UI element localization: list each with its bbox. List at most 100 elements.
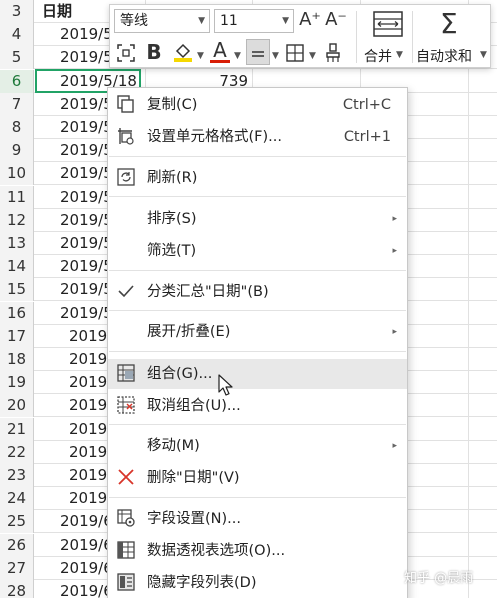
format-painter-button[interactable]	[322, 41, 344, 65]
row-header[interactable]: 17	[0, 324, 34, 348]
menu-item-sort[interactable]: 排序(S) ▸	[108, 204, 407, 234]
merge-cells-icon	[373, 11, 403, 37]
font-color-button[interactable]: A	[208, 39, 232, 65]
menu-separator	[109, 270, 406, 271]
menu-item-shortcut: Ctrl+C	[342, 97, 391, 113]
menu-item-move[interactable]: 移动(M) ▸	[108, 431, 407, 461]
row-header[interactable]: 11	[0, 185, 34, 209]
menu-item-label: 复制(C)	[147, 97, 198, 113]
row-header[interactable]: 8	[0, 116, 34, 139]
autosum-button[interactable]: Σ 自动求和 ▼	[416, 7, 490, 65]
row-header[interactable]: 5	[0, 46, 34, 70]
grow-font-icon: A⁺	[299, 9, 321, 30]
menu-separator	[109, 497, 406, 498]
menu-item-label: 刷新(R)	[147, 170, 198, 186]
menu-separator	[109, 156, 406, 157]
menu-item-copy[interactable]: 复制(C) Ctrl+C	[108, 90, 407, 120]
shrink-font-button[interactable]: A⁻	[324, 9, 348, 31]
submenu-arrow-icon: ▸	[392, 246, 397, 256]
bold-button[interactable]: B	[143, 41, 165, 63]
menu-item-delete[interactable]: 删除"日期"(V)	[108, 463, 407, 493]
select-data-button[interactable]	[115, 41, 137, 65]
row-header[interactable]: 4	[0, 23, 34, 47]
field-list-icon	[116, 573, 136, 593]
row-header[interactable]: 7	[0, 92, 34, 116]
copy-icon	[116, 95, 136, 115]
row-header[interactable]: 25	[0, 510, 34, 534]
select-area-icon	[117, 44, 135, 62]
row-header[interactable]: 16	[0, 301, 34, 325]
menu-item-subtotal[interactable]: 分类汇总"日期"(B)	[108, 277, 407, 307]
refresh-icon	[116, 168, 136, 188]
chevron-down-icon[interactable]: ▼	[234, 51, 241, 61]
chevron-down-icon: ▼	[480, 50, 487, 60]
sigma-icon: Σ	[440, 7, 458, 40]
context-menu: 复制(C) Ctrl+C 设置单元格格式(F)... Ctrl+1 刷新(R) …	[107, 87, 408, 598]
row-header[interactable]: 26	[0, 533, 34, 557]
mini-toolbar: 等线 ▼ 11 ▼ A⁺ A⁻ B ▼ A ▼ ▼ ▼ 合并 ▼ Σ 自动求和 …	[109, 4, 491, 68]
menu-item-hide-field-list[interactable]: 隐藏字段列表(D)	[108, 568, 407, 598]
row-header[interactable]: 14	[0, 255, 34, 279]
menu-separator	[109, 424, 406, 425]
menu-item-field-settings[interactable]: 字段设置(N)...	[108, 504, 407, 534]
menu-item-label: 隐藏字段列表(D)	[147, 575, 257, 591]
fill-color-button[interactable]	[170, 41, 196, 65]
merge-label: 合并	[364, 49, 392, 65]
borders-icon	[286, 44, 304, 62]
pivot-options-icon	[116, 541, 136, 561]
autosum-label: 自动求和	[416, 49, 472, 65]
menu-separator	[109, 351, 406, 352]
chevron-down-icon[interactable]: ▼	[197, 51, 204, 61]
row-header[interactable]: 23	[0, 464, 34, 487]
borders-button[interactable]	[284, 41, 306, 65]
row-header[interactable]: 19	[0, 371, 34, 395]
chevron-down-icon: ▼	[282, 16, 289, 26]
font-name-select[interactable]: 等线 ▼	[114, 9, 210, 33]
bold-icon: B	[146, 40, 162, 64]
row-header[interactable]: 12	[0, 208, 34, 232]
chevron-down-icon[interactable]: ▼	[272, 51, 279, 61]
chevron-down-icon[interactable]: ▼	[309, 51, 316, 61]
font-color-swatch	[210, 60, 230, 63]
format-cells-icon	[116, 127, 136, 147]
align-button[interactable]	[246, 39, 270, 65]
field-settings-icon	[116, 509, 136, 529]
row-header[interactable]: 6	[0, 69, 34, 93]
row-header[interactable]: 10	[0, 162, 34, 186]
toolbar-separator	[412, 11, 413, 63]
row-header[interactable]: 9	[0, 139, 34, 163]
row-header[interactable]: 21	[0, 417, 34, 441]
menu-item-label: 分类汇总"日期"(B)	[147, 284, 269, 300]
row-header[interactable]: 15	[0, 278, 34, 302]
row-header[interactable]: 27	[0, 556, 34, 580]
menu-item-format-cells[interactable]: 设置单元格格式(F)... Ctrl+1	[108, 122, 407, 152]
menu-item-shortcut: Ctrl+1	[343, 129, 391, 145]
row-header[interactable]: 22	[0, 440, 34, 464]
format-painter-icon	[326, 43, 340, 62]
font-size-select[interactable]: 11 ▼	[214, 9, 294, 33]
shrink-font-icon: A⁻	[325, 9, 347, 30]
menu-item-label: 筛选(T)	[147, 243, 197, 259]
menu-item-group[interactable]: 组合(G)...	[108, 359, 407, 389]
merge-button[interactable]: 合并 ▼	[364, 9, 412, 65]
grow-font-button[interactable]: A⁺	[298, 9, 322, 31]
watermark: 知乎 @晨雨	[404, 571, 474, 586]
row-header[interactable]: 28	[0, 580, 34, 598]
menu-item-pivot-options[interactable]: 数据透视表选项(O)...	[108, 536, 407, 566]
row-header[interactable]: 13	[0, 232, 34, 255]
menu-item-label: 移动(M)	[147, 438, 200, 454]
row-header[interactable]: 24	[0, 487, 34, 511]
row-header[interactable]: 3	[0, 0, 34, 23]
menu-item-filter[interactable]: 筛选(T) ▸	[108, 236, 407, 266]
menu-item-refresh[interactable]: 刷新(R)	[108, 163, 407, 193]
menu-item-label: 数据透视表选项(O)...	[147, 543, 286, 559]
ungroup-icon	[116, 396, 136, 416]
menu-item-label: 展开/折叠(E)	[147, 324, 231, 340]
menu-item-expand-collapse[interactable]: 展开/折叠(E) ▸	[108, 317, 407, 347]
row-header[interactable]: 20	[0, 394, 34, 418]
mouse-pointer-icon	[218, 374, 233, 396]
submenu-arrow-icon: ▸	[392, 441, 397, 451]
menu-item-ungroup[interactable]: 取消组合(U)...	[108, 391, 407, 421]
row-header[interactable]: 18	[0, 348, 34, 371]
checkmark-icon	[116, 282, 136, 302]
